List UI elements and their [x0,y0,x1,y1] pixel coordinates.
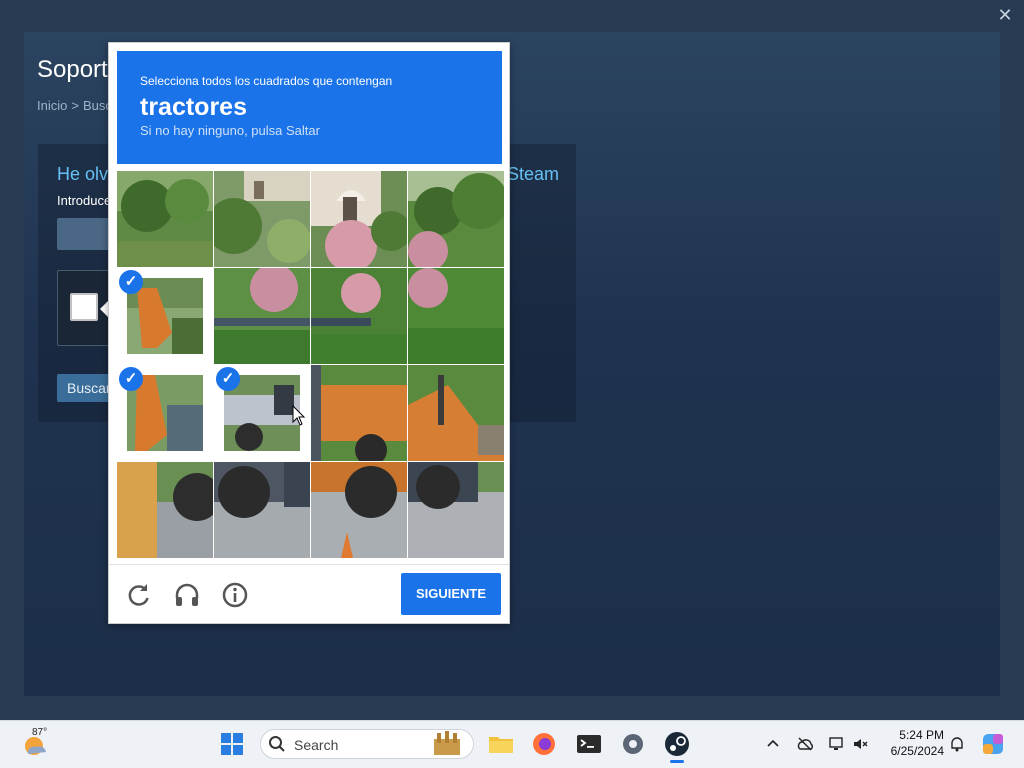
challenge-header: Selecciona todos los cuadrados que conte… [117,51,502,164]
steam-icon[interactable] [663,730,691,758]
grid-tile[interactable] [311,462,407,558]
grid-tile[interactable] [214,462,310,558]
tile-image [214,268,310,364]
challenge-hint: Si no hay ninguno, pulsa Saltar [140,123,320,138]
onedrive-offline-icon[interactable] [796,735,814,753]
grid-tile[interactable] [214,268,310,364]
taskbar-clock[interactable]: 5:24 PM 6/25/2024 [880,727,944,759]
checkmark-icon: ✓ [119,270,143,294]
tile-image [311,462,407,558]
tile-image [311,171,407,267]
search-button[interactable]: Buscar [57,374,113,402]
terminal-icon[interactable] [575,730,603,758]
footer-divider [109,564,509,565]
captcha-checkbox[interactable] [70,293,98,321]
tile-image [214,171,310,267]
taskbar-search-label: Search [294,737,339,753]
tile-image [408,268,504,364]
breadcrumb-separator: > [71,98,79,113]
grid-tile[interactable] [311,171,407,267]
grid-tile[interactable] [408,365,504,461]
grid-tile[interactable] [214,171,310,267]
page-title: Soport [37,56,108,83]
image-grid: ✓ ✓ ✓ [117,171,504,558]
tile-image [408,462,504,558]
grid-tile-selected[interactable]: ✓ [117,268,213,364]
breadcrumb-home[interactable]: Inicio [37,98,67,113]
chevron-up-icon[interactable] [764,735,782,753]
challenge-instruction: Selecciona todos los cuadrados que conte… [140,74,393,88]
recovery-heading: He olv [57,164,109,184]
tile-image [117,462,213,558]
challenge-target: tractores [140,93,247,121]
clock-time: 5:24 PM [899,728,944,742]
info-icon[interactable] [221,581,249,609]
audio-icon[interactable] [173,581,201,609]
tile-image [408,171,504,267]
tile-image [214,462,310,558]
recaptcha-challenge: Selecciona todos los cuadrados que conte… [108,42,510,624]
weather-temperature: 87° [32,727,48,738]
close-icon[interactable]: ✕ [996,6,1014,24]
clock-date: 6/25/2024 [890,744,944,758]
grid-tile[interactable] [408,462,504,558]
grid-tile[interactable] [311,365,407,461]
tile-image [311,365,407,461]
grid-tile-selected[interactable]: ✓ [117,365,213,461]
grid-tile[interactable] [117,462,213,558]
grid-tile[interactable] [408,171,504,267]
volume-muted-icon[interactable] [852,735,870,753]
recovery-heading-tail: Steam [507,164,560,184]
reload-icon[interactable] [125,581,153,609]
mouse-cursor-icon [292,405,306,426]
grid-tile[interactable] [117,171,213,267]
search-highlight-icon [434,731,460,755]
file-explorer-icon[interactable] [487,730,515,758]
windows-start-icon[interactable] [221,733,243,755]
copilot-icon[interactable] [982,733,1004,755]
tile-image [311,268,407,364]
tile-image [408,365,504,461]
grid-tile[interactable] [311,268,407,364]
settings-icon[interactable] [619,730,647,758]
grid-tile[interactable] [408,268,504,364]
active-app-indicator [670,760,684,763]
next-button[interactable]: SIGUIENTE [401,573,501,615]
checkmark-icon: ✓ [119,367,143,391]
network-icon[interactable] [828,735,846,753]
firefox-icon[interactable] [530,730,558,758]
checkmark-icon: ✓ [216,367,240,391]
tile-image [117,171,213,267]
breadcrumb: Inicio > Busc [37,98,112,113]
search-icon [269,736,285,752]
recovery-intro-text: Introduce [57,193,112,208]
notification-bell-icon[interactable] [948,735,966,753]
